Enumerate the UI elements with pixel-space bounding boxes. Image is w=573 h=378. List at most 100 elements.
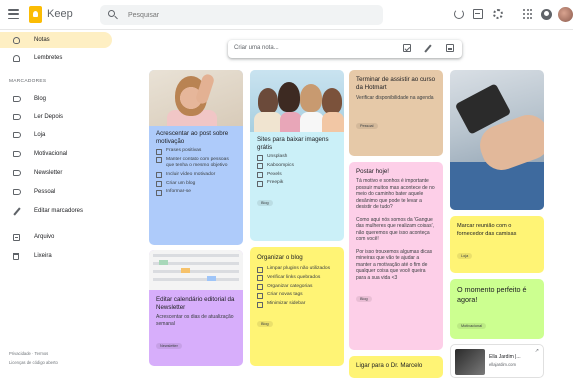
note-title: Marcar reunião com o fornecedor das cami…: [457, 223, 517, 237]
label-chip[interactable]: Blog: [257, 199, 273, 206]
label-chip[interactable]: Newsletter: [156, 343, 182, 349]
sidebar-item-label: Blog: [34, 96, 47, 102]
list-view-icon[interactable]: [473, 9, 483, 19]
sidebar-item-label: Ler Depois: [34, 114, 64, 120]
apps-grid-icon[interactable]: [523, 9, 533, 19]
checklist-item[interactable]: Manter contato com pessoas que tenha o m…: [156, 157, 236, 169]
sidebar-item-label: Motivacional: [34, 151, 68, 157]
sidebar-item-trash[interactable]: Lixeira: [0, 248, 112, 264]
sidebar-item-notes[interactable]: Notas: [0, 32, 112, 48]
sidebar-item-label: Notas: [34, 37, 50, 43]
search-input[interactable]: [128, 8, 368, 22]
checklist-item[interactable]: Pexels: [257, 172, 337, 179]
note-image: [450, 70, 544, 210]
label-chip[interactable]: Pessoal: [356, 122, 378, 129]
label-chip[interactable]: Blog: [356, 296, 372, 302]
label-chip[interactable]: Motivacional: [457, 323, 487, 329]
note-title: Organizar o blog: [257, 254, 303, 261]
sidebar-item-archive[interactable]: Arquivo: [0, 229, 112, 245]
refresh-icon[interactable]: [454, 9, 464, 19]
sidebar: Notas Lembretes MARCADORES Blog Ler Depo…: [0, 30, 118, 378]
checklist-item[interactable]: Kaboompics: [257, 163, 337, 170]
sidebar-item-reminders[interactable]: Lembretes: [0, 50, 112, 66]
checklist: Frases positivas Manter contato com pess…: [149, 146, 243, 197]
note-card[interactable]: Marcar reunião com o fornecedor das cami…: [450, 216, 544, 273]
checklist-item[interactable]: Organizar categorias: [257, 284, 337, 291]
take-note-placeholder: Criar uma nota...: [234, 45, 279, 51]
avatar[interactable]: [558, 7, 573, 22]
sidebar-item-label: Editar marcadores: [34, 208, 84, 214]
link-preview-card[interactable]: Ella Jardim |... ellajardim.com ↗: [450, 344, 544, 378]
open-link-icon[interactable]: ↗: [535, 348, 539, 354]
search-icon[interactable]: [108, 10, 115, 17]
link-title: Ella Jardim |...: [489, 354, 521, 360]
gear-icon[interactable]: [493, 9, 503, 19]
footer-privacy-link[interactable]: Privacidade · Termos: [9, 351, 48, 357]
sidebar-item-pessoal[interactable]: Pessoal: [0, 184, 112, 200]
label-icon: [13, 151, 21, 157]
note-image: [149, 250, 243, 290]
footer-licenses-link[interactable]: Licenças de código aberto: [9, 360, 58, 366]
sidebar-item-ler-depois[interactable]: Ler Depois: [0, 109, 112, 125]
note-card[interactable]: Organizar o blog Limpar plugins não util…: [250, 247, 344, 366]
note-text: Verificar disponibilidade na agenda: [356, 95, 434, 101]
note-card[interactable]: Terminar de assistir ao curso da Hotmart…: [349, 70, 443, 156]
checkbox-list-icon[interactable]: [403, 44, 411, 52]
note-card[interactable]: Ligar para o Dr. Marcelo: [349, 356, 443, 378]
checklist-item[interactable]: Criar um blog: [156, 181, 236, 188]
sidebar-item-newsletter[interactable]: Newsletter: [0, 165, 112, 181]
note-card[interactable]: Sites para baixar imagens grátis Unsplas…: [250, 70, 344, 241]
note-card[interactable]: O momento perfeito é agora! Motivacional: [450, 279, 544, 339]
label-chip[interactable]: Loja: [457, 253, 473, 259]
checklist-item[interactable]: Criar novas tags: [257, 292, 337, 300]
label-icon: [13, 96, 21, 102]
note-card[interactable]: Postar hoje! Tá motivo e sonhos é import…: [349, 162, 443, 350]
label-icon: [13, 170, 21, 176]
note-title: Sites para baixar imagens grátis: [257, 136, 329, 151]
checklist: Unsplash Kaboompics Pexels Freepik: [250, 152, 344, 188]
trash-icon: [13, 252, 19, 260]
sidebar-item-label: Lixeira: [34, 253, 52, 259]
checklist-item[interactable]: Frases positivas: [156, 148, 236, 155]
label-icon: [13, 114, 21, 120]
keep-logo-icon: [29, 6, 42, 23]
sidebar-item-blog[interactable]: Blog: [0, 91, 112, 107]
labels-section-title: MARCADORES: [9, 79, 47, 84]
search-bar[interactable]: [100, 5, 383, 25]
checklist-item[interactable]: Incluir vídeo motivador: [156, 172, 236, 179]
note-title: Terminar de assistir ao curso da Hotmart: [356, 76, 436, 91]
link-url: ellajardim.com: [489, 362, 516, 367]
checklist-item[interactable]: Verificar links quebrados: [257, 275, 337, 282]
google-account-icon[interactable]: [541, 9, 552, 20]
checklist-item[interactable]: Informar-se: [156, 189, 236, 197]
bulb-icon: [13, 36, 20, 44]
checklist-item[interactable]: Freepik: [257, 180, 337, 188]
label-chip[interactable]: Blog: [257, 321, 273, 328]
sidebar-item-edit-labels[interactable]: Editar marcadores: [0, 203, 112, 219]
sidebar-item-label: Loja: [34, 132, 46, 138]
note-text: Como aqui nós somos da 'Gangue das mulhe…: [356, 216, 434, 243]
image-icon[interactable]: [446, 44, 454, 52]
take-note-bar[interactable]: Criar uma nota...: [228, 40, 462, 58]
checklist-item[interactable]: Unsplash: [257, 154, 337, 161]
checklist-item[interactable]: Minimizar sidebar: [257, 301, 337, 309]
checklist-item[interactable]: Limpar plugins não utilizados: [257, 266, 337, 273]
link-thumbnail: [455, 349, 485, 375]
main-menu-icon[interactable]: [8, 9, 19, 19]
note-text: Por isso trouxemos algumas dicas mineira…: [356, 248, 433, 281]
note-card[interactable]: Editar calendário editorial da Newslette…: [149, 250, 243, 366]
note-title: Ligar para o Dr. Marcelo: [356, 362, 423, 369]
note-card[interactable]: Acrescentar ao post sobre motivação Fras…: [149, 70, 243, 245]
brush-icon[interactable]: [424, 44, 432, 53]
bell-icon: [13, 54, 20, 62]
app-title: Keep: [47, 8, 73, 20]
note-text: Acrescentar os dias de atualização seman…: [156, 314, 234, 327]
sidebar-item-label: Newsletter: [34, 170, 63, 176]
note-image: [250, 70, 344, 132]
archive-icon: [13, 233, 20, 241]
sidebar-item-motivacional[interactable]: Motivacional: [0, 146, 112, 162]
sidebar-item-loja[interactable]: Loja: [0, 127, 112, 143]
note-card[interactable]: [450, 70, 544, 210]
top-bar: Keep: [0, 0, 573, 30]
note-text: Tá motivo e sonhos é importante possuir …: [356, 178, 435, 210]
